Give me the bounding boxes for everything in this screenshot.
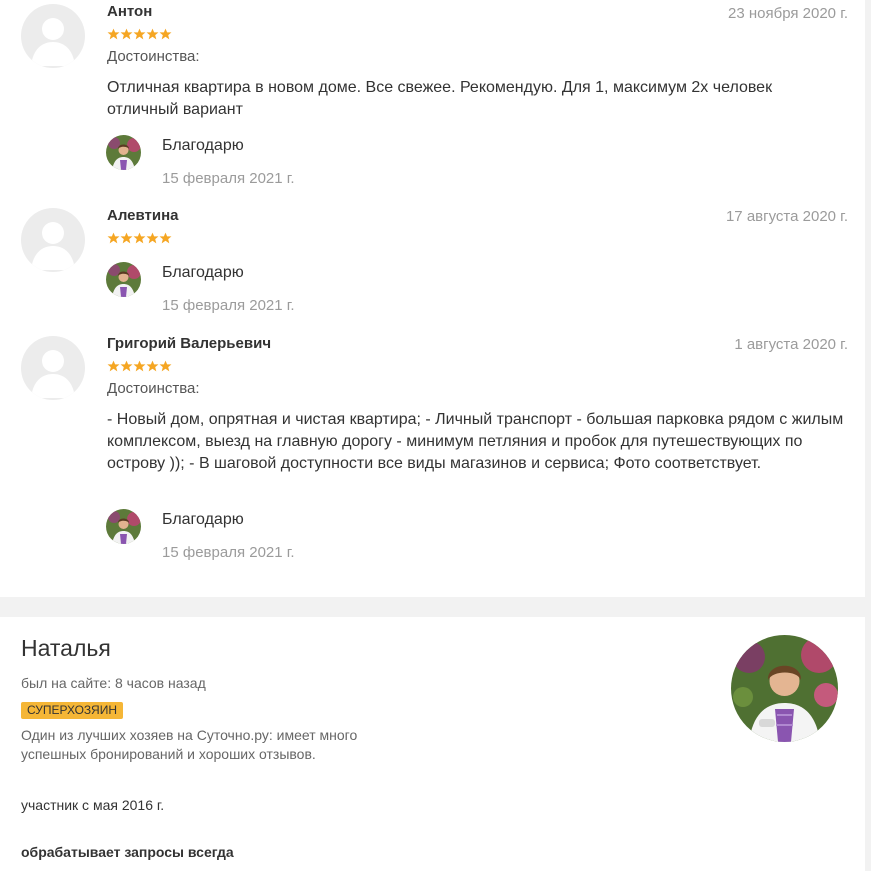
host-reply-date: 15 февраля 2021 г. <box>162 297 295 314</box>
host-reply-text: Благодарю <box>162 137 244 154</box>
review-date: 1 августа 2020 г. <box>734 336 848 353</box>
host-name[interactable]: Наталья <box>21 635 111 662</box>
host-photo[interactable] <box>731 635 838 742</box>
review-text: Отличная квартира в новом доме. Все свеж… <box>107 79 773 118</box>
review-date: 23 ноября 2020 г. <box>728 5 848 22</box>
host-reply-text: Благодарю <box>162 264 244 281</box>
host-reply-date: 15 февраля 2021 г. <box>162 544 295 561</box>
rating-stars <box>107 360 172 372</box>
star-icon <box>120 232 133 244</box>
user-avatar-placeholder <box>21 208 85 272</box>
review-text: - Новый дом, опрятная и чистая квартира;… <box>107 411 844 472</box>
star-icon <box>107 28 120 40</box>
user-avatar-placeholder <box>21 336 85 400</box>
member-since: участник с мая 2016 г. <box>21 797 165 813</box>
host-profile-card: Наталья был на сайте: 8 часов назад СУПЕ… <box>0 617 865 871</box>
star-icon <box>146 232 159 244</box>
pros-label: Достоинства: <box>107 48 200 65</box>
user-silhouette-icon <box>31 350 75 398</box>
star-icon <box>159 28 172 40</box>
host-reply-text: Благодарю <box>162 511 244 528</box>
host-last-seen: был на сайте: 8 часов назад <box>21 675 206 691</box>
star-icon <box>146 360 159 372</box>
star-icon <box>120 28 133 40</box>
host-avatar <box>106 509 141 544</box>
star-icon <box>146 28 159 40</box>
host-reply-date: 15 февраля 2021 г. <box>162 170 295 187</box>
host-avatar <box>106 135 141 170</box>
star-icon <box>159 232 172 244</box>
host-avatar <box>106 262 141 297</box>
review-author: Григорий Валерьевич <box>107 335 272 352</box>
star-icon <box>133 28 146 40</box>
star-icon <box>133 360 146 372</box>
star-icon <box>120 360 133 372</box>
review-author: Алевтина <box>107 207 179 224</box>
user-silhouette-icon <box>31 18 75 66</box>
superhost-description: Один из лучших хозяев на Суточно.ру: име… <box>21 727 358 762</box>
rating-stars <box>107 28 172 40</box>
star-icon <box>159 360 172 372</box>
review-date: 17 августа 2020 г. <box>725 208 848 225</box>
reviews-list: Антон 23 ноября 2020 г. Достоинства: Отл… <box>0 0 865 597</box>
user-avatar-placeholder <box>21 4 85 68</box>
star-icon <box>133 232 146 244</box>
star-icon <box>107 360 120 372</box>
review-author: Антон <box>107 3 153 20</box>
response-info: обрабатывает запросы всегда <box>21 844 234 860</box>
superhost-badge: СУПЕРХОЗЯИН <box>21 702 123 719</box>
user-silhouette-icon <box>31 222 75 270</box>
rating-stars <box>107 232 172 244</box>
star-icon <box>107 232 120 244</box>
pros-label: Достоинства: <box>107 380 200 397</box>
